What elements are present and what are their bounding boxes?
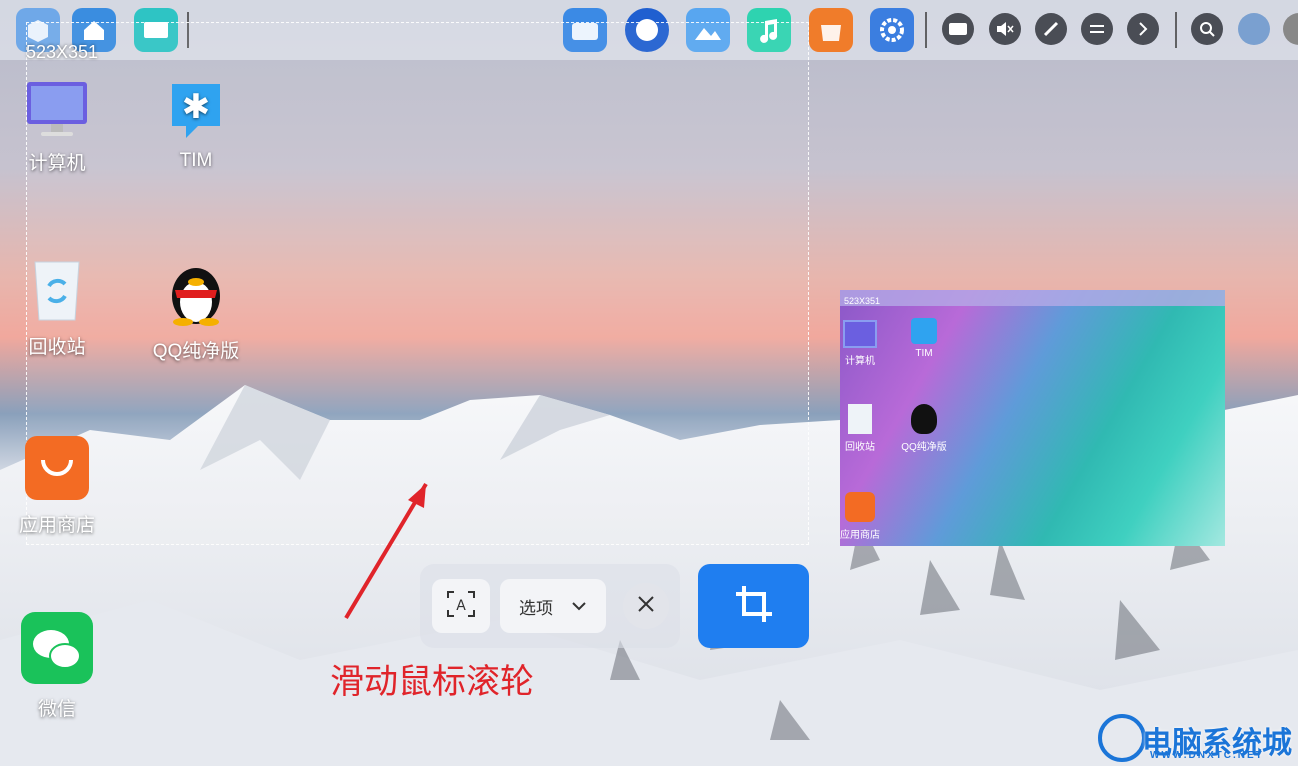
chevron-down-icon [571, 596, 587, 616]
site-watermark: 电脑系统城 WWW.DNXTC.NET [1098, 710, 1298, 766]
desktop-item-qq[interactable]: QQ纯净版 [136, 256, 256, 363]
shopping-bag-icon [25, 436, 89, 500]
close-button[interactable] [623, 583, 669, 629]
app-store-icon[interactable] [809, 8, 853, 52]
scroll-preview-thumbnail: 523X351 计算机 TIM 回收站 QQ纯净版 应用商店 [840, 290, 1225, 546]
qq-penguin-icon [165, 256, 227, 326]
watermark-logo-icon [1098, 714, 1146, 762]
svg-text:✱: ✱ [182, 87, 211, 127]
ocr-text-icon: A [446, 590, 476, 623]
settings-icon[interactable] [870, 8, 914, 52]
tim-icon: ✱ [168, 80, 224, 140]
preview-size-label: 523X351 [844, 296, 881, 306]
preview-item: 计算机 [840, 320, 880, 367]
desktop-item-recycle-bin[interactable]: 回收站 [0, 256, 117, 359]
desktop-item-label: 应用商店 [18, 515, 95, 536]
selection-size-label: 523X351 [26, 42, 99, 62]
power-icon[interactable] [1283, 13, 1298, 45]
desktop-item-computer[interactable]: 计算机 [0, 80, 117, 175]
chevron-right-icon[interactable] [1127, 13, 1159, 45]
screenshot-toolbar: A 选项 [420, 564, 680, 648]
search-icon[interactable] [1191, 13, 1223, 45]
network-icon[interactable] [1081, 13, 1113, 45]
user-avatar-icon[interactable] [1238, 13, 1270, 45]
desktop-item-label: 微信 [37, 699, 76, 720]
desktop-item-label: 计算机 [28, 153, 86, 174]
annotation-arrow [344, 482, 428, 620]
crop-confirm-button[interactable] [698, 564, 809, 648]
options-dropdown[interactable]: 选项 [500, 579, 606, 633]
volume-muted-icon[interactable] [989, 13, 1021, 45]
desktop-item-app-store[interactable]: 应用商店 [0, 436, 117, 537]
preview-item: 回收站 [840, 404, 880, 453]
computer-icon [25, 80, 89, 138]
svg-text:A: A [456, 598, 466, 614]
recycle-bin-icon [29, 256, 85, 322]
desktop-item-tim[interactable]: ✱ TIM [136, 80, 256, 172]
preview-item: QQ纯净版 [898, 404, 950, 453]
wechat-icon [21, 612, 93, 684]
desktop-item-wechat[interactable]: 微信 [0, 612, 117, 721]
desktop-item-label: TIM [179, 150, 213, 171]
crop-icon [734, 584, 774, 629]
ocr-button[interactable]: A [432, 579, 490, 633]
keyboard-icon[interactable] [942, 13, 974, 45]
desktop-item-label: QQ纯净版 [152, 341, 240, 362]
preview-item: 应用商店 [840, 492, 880, 541]
options-label: 选项 [519, 598, 553, 618]
desktop-item-label: 回收站 [28, 337, 86, 358]
annotation-text: 滑动鼠标滚轮 [330, 663, 534, 701]
pen-icon[interactable] [1035, 13, 1067, 45]
close-icon [637, 595, 655, 618]
preview-dock [840, 290, 1225, 306]
preview-item: TIM [904, 318, 944, 359]
